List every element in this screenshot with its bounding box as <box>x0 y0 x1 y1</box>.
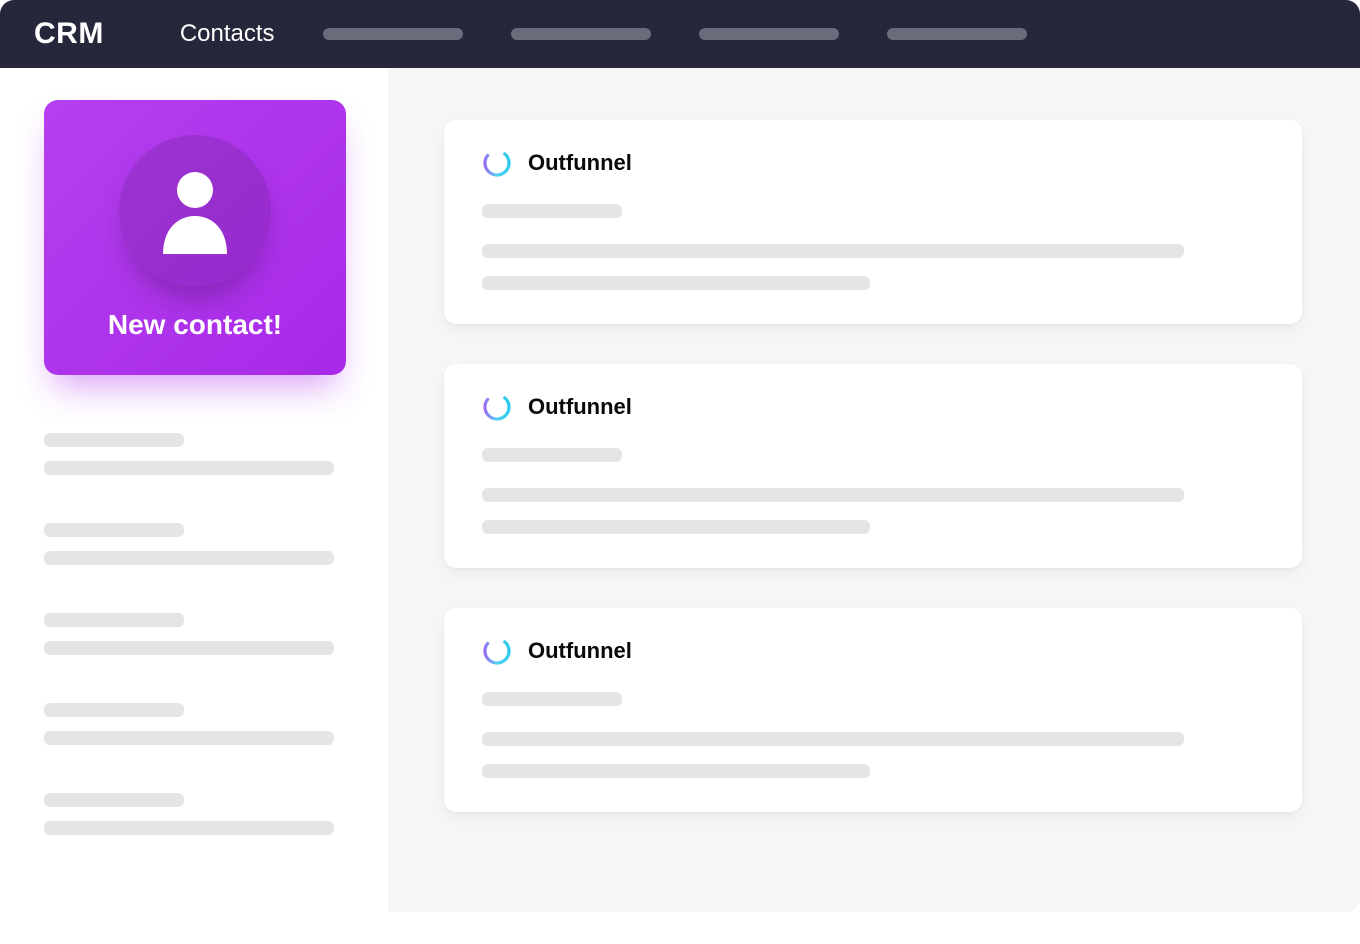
topbar: CRM Contacts <box>0 0 1360 68</box>
activity-card[interactable]: Outfunnel <box>444 364 1302 568</box>
sidebar-field-group <box>44 433 364 475</box>
app-window: CRM Contacts New contact! <box>0 0 1360 912</box>
content-placeholder <box>482 488 1184 502</box>
field-label-placeholder <box>44 613 184 627</box>
content-placeholder <box>482 244 1184 258</box>
card-header: Outfunnel <box>482 148 1264 178</box>
card-header: Outfunnel <box>482 636 1264 666</box>
content-placeholder <box>482 764 870 778</box>
card-body <box>482 692 1264 778</box>
body: New contact! <box>0 68 1360 912</box>
nav-contacts[interactable]: Contacts <box>180 20 275 48</box>
avatar-circle <box>119 135 271 287</box>
content-placeholder <box>482 448 622 462</box>
outfunnel-icon <box>482 148 512 178</box>
main-content: Outfunnel Outfunnel <box>388 68 1360 912</box>
person-icon <box>157 168 233 254</box>
card-body <box>482 204 1264 290</box>
sidebar-field-group <box>44 613 364 655</box>
field-label-placeholder <box>44 793 184 807</box>
field-value-placeholder <box>44 731 334 745</box>
sidebar-field-group <box>44 523 364 565</box>
card-body <box>482 448 1264 534</box>
new-contact-card[interactable]: New contact! <box>44 100 346 375</box>
card-title: Outfunnel <box>528 638 632 664</box>
card-header: Outfunnel <box>482 392 1264 422</box>
activity-card[interactable]: Outfunnel <box>444 608 1302 812</box>
content-placeholder <box>482 732 1184 746</box>
content-placeholder <box>482 520 870 534</box>
card-title: Outfunnel <box>528 150 632 176</box>
sidebar-field-group <box>44 793 364 835</box>
content-placeholder <box>482 276 870 290</box>
card-title: Outfunnel <box>528 394 632 420</box>
nav-placeholder <box>887 28 1027 40</box>
field-value-placeholder <box>44 641 334 655</box>
field-value-placeholder <box>44 821 334 835</box>
field-value-placeholder <box>44 551 334 565</box>
field-value-placeholder <box>44 461 334 475</box>
nav-placeholder <box>699 28 839 40</box>
field-label-placeholder <box>44 433 184 447</box>
field-label-placeholder <box>44 523 184 537</box>
nav-placeholder <box>511 28 651 40</box>
sidebar-field-group <box>44 703 364 745</box>
content-placeholder <box>482 204 622 218</box>
field-label-placeholder <box>44 703 184 717</box>
sidebar-details <box>44 433 364 867</box>
activity-card[interactable]: Outfunnel <box>444 120 1302 324</box>
sidebar: New contact! <box>0 68 388 912</box>
new-contact-label: New contact! <box>108 309 282 341</box>
content-placeholder <box>482 692 622 706</box>
outfunnel-icon <box>482 392 512 422</box>
nav-placeholder <box>323 28 463 40</box>
outfunnel-icon <box>482 636 512 666</box>
app-logo: CRM <box>34 17 104 51</box>
